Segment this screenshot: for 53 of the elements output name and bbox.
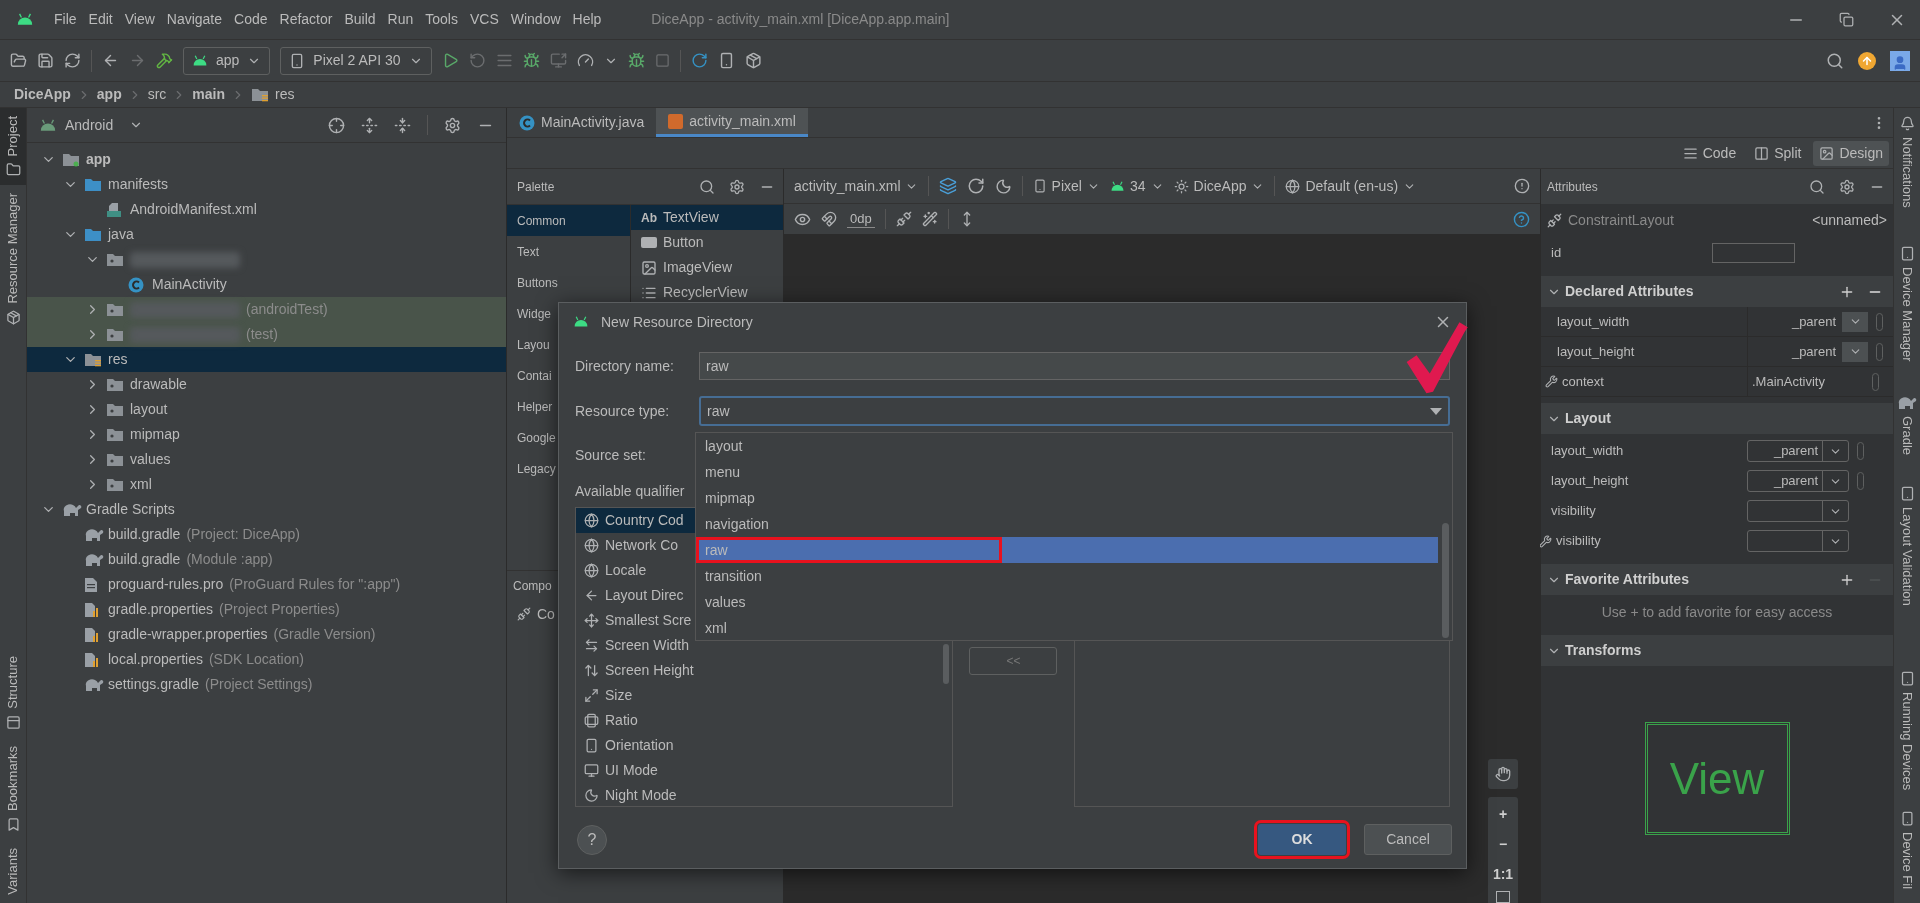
attribute-label: layout_width (1551, 442, 1624, 461)
text-glyph: Ab (641, 209, 657, 227)
tree-label: mipmap (130, 425, 180, 444)
tree-label: xml (130, 475, 152, 494)
view-preview: View (1644, 722, 1790, 835)
tree-note: (Project Settings) (205, 675, 313, 694)
attribute-label: layout_height (1551, 472, 1629, 491)
tree-label: drawable (130, 375, 187, 394)
tree-label: settings.gradle (108, 675, 200, 694)
tree-label: gradle-wrapper.properties (108, 625, 268, 644)
attribute-label: visibility (1551, 502, 1596, 521)
tree-note: (Project Properties) (219, 600, 340, 619)
attribute-label: context (1562, 372, 1604, 391)
tree-note: (test) (246, 325, 278, 344)
attribute-label: layout_height (1557, 342, 1635, 361)
attribute-label: visibility (1556, 532, 1601, 551)
tree-label: Gradle Scripts (86, 500, 175, 519)
tree-label: res (108, 350, 128, 369)
attribute-value: _parent (1790, 342, 1836, 361)
tree-note: (ProGuard Rules for ":app") (229, 575, 401, 594)
tree-label: local.properties (108, 650, 203, 669)
attribute-label: layout_width (1557, 312, 1630, 331)
attribute-label: id (1551, 244, 1563, 263)
tree-label: layout (130, 400, 168, 419)
tree-note: (Module :app) (186, 550, 273, 569)
attribute-value: _parent (1790, 312, 1836, 331)
tree-note: (Project: DiceApp) (186, 525, 300, 544)
panel-title: Palette (517, 178, 555, 196)
component-name: <unnamed> (1812, 210, 1887, 230)
tree-label: manifests (108, 175, 168, 194)
tree-label: gradle.properties (108, 600, 214, 619)
tree-label: values (130, 450, 171, 469)
tree-label: proguard-rules.pro (108, 575, 224, 594)
tree-label: build.gradle (108, 550, 181, 569)
tree-label: app (86, 150, 111, 169)
component-type: ConstraintLayout (1568, 210, 1674, 230)
field-label: Resource type: (575, 401, 671, 421)
field-label: Source set: (575, 445, 646, 465)
window-title: DiceApp - activity_main.xml [DiceApp.app.main] (651, 10, 950, 29)
tree-label: AndroidManifest.xml (130, 200, 257, 219)
tree-label: java (108, 225, 134, 244)
hint-text: Use + to add favorite for easy access (1600, 602, 1834, 622)
panel-title: Compo (513, 578, 552, 595)
field-label: Available qualifier (575, 481, 685, 501)
dialog-title: New Resource Directory (601, 312, 753, 332)
panel-title: Attributes (1547, 178, 1598, 196)
tree-note: (androidTest) (246, 300, 328, 319)
attribute-value: .MainActivity (1752, 372, 1826, 391)
tree-label: MainActivity (152, 275, 227, 294)
tree-note: (Gradle Version) (273, 625, 376, 644)
field-label: Directory name: (575, 356, 675, 376)
tree-label: build.gradle (108, 525, 181, 544)
tree-note: (SDK Location) (208, 650, 304, 669)
